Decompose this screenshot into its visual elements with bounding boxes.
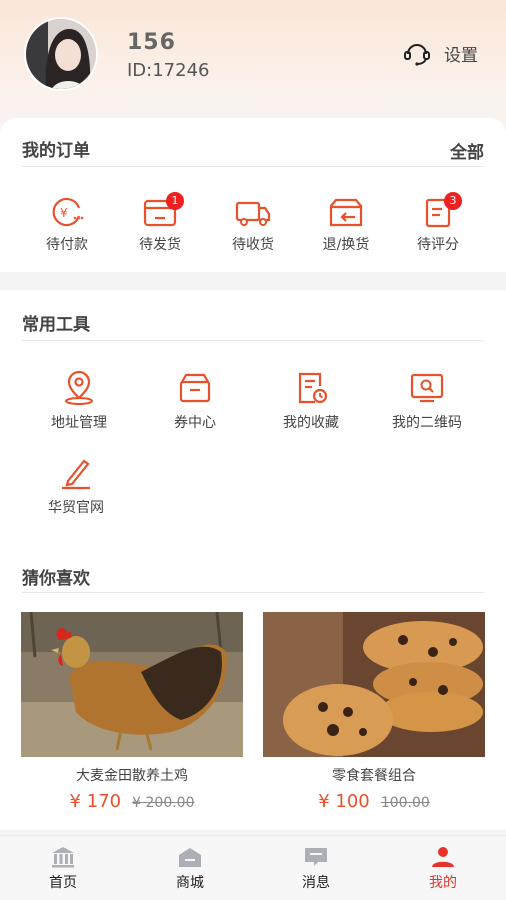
store-icon	[179, 848, 201, 867]
profile-header: 156 ID:17246 设置	[0, 0, 506, 135]
product-old-price: ¥ 200.00	[132, 795, 195, 811]
settings-button[interactable]: 设置	[402, 40, 478, 66]
tool-my-favorites[interactable]: 我的收藏	[256, 370, 366, 432]
tab-label: 消息	[302, 875, 330, 891]
orders-title: 我的订单	[22, 141, 90, 161]
favorites-doc-icon	[298, 372, 328, 404]
return-box-icon	[329, 198, 363, 227]
avatar[interactable]	[24, 17, 98, 91]
product-old-price: 100.00	[380, 795, 430, 811]
order-item-label: 待付款	[46, 237, 88, 253]
tab-mine[interactable]: 我的	[398, 836, 488, 900]
bottom-tab-bar: 首页 商城 消息 我的	[0, 835, 506, 900]
product-price: ¥ 100	[318, 791, 370, 812]
truck-icon	[235, 201, 271, 226]
tool-label: 华贸官网	[48, 500, 104, 516]
divider	[22, 166, 484, 167]
location-pin-icon	[65, 370, 93, 405]
divider	[22, 592, 484, 593]
order-pending-payment[interactable]: ¥ 待付款	[27, 196, 107, 254]
order-item-label: 待收货	[232, 237, 274, 253]
order-item-label: 待评分	[417, 237, 459, 253]
coupon-box-icon	[179, 373, 211, 403]
user-id: ID:17246	[127, 60, 210, 81]
tool-label: 我的收藏	[283, 415, 339, 431]
product-image-cookies	[263, 612, 485, 757]
order-pending-shipment[interactable]: 1 待发货	[120, 192, 200, 254]
tab-store[interactable]: 商城	[145, 836, 235, 900]
product-card[interactable]: 零食套餐组合 ¥ 100 100.00	[263, 612, 485, 812]
message-icon	[305, 848, 327, 866]
tool-official-site[interactable]: 华贸官网	[21, 455, 131, 517]
tab-label: 首页	[49, 875, 77, 891]
all-orders-link[interactable]: 全部	[450, 138, 484, 163]
tool-label: 我的二维码	[392, 415, 462, 431]
settings-label: 设置	[444, 45, 478, 66]
qr-monitor-icon	[410, 373, 444, 403]
order-return-exchange[interactable]: 退/换货	[306, 196, 386, 254]
order-item-label: 待发货	[139, 237, 181, 253]
tab-label: 商城	[176, 875, 204, 891]
tool-address-management[interactable]: 地址管理	[24, 370, 134, 432]
tab-home[interactable]: 首页	[18, 836, 108, 900]
product-name: 大麦金田散养土鸡	[76, 768, 188, 784]
user-name: 156	[127, 30, 176, 55]
product-card[interactable]: 大麦金田散养土鸡 ¥ 170 ¥ 200.00	[21, 612, 243, 812]
divider	[22, 340, 484, 341]
order-pending-review[interactable]: 3 待评分	[398, 192, 478, 254]
tool-label: 地址管理	[51, 415, 107, 431]
product-image-hen	[21, 612, 243, 757]
svg-text:¥: ¥	[60, 206, 68, 220]
orders-card: 我的订单 全部 ¥ 待付款 1 待发货 待收货 退/换货 3 待评分	[0, 118, 506, 272]
bank-icon	[52, 847, 74, 868]
badge-count: 1	[166, 192, 184, 210]
yen-coin-icon: ¥	[52, 197, 84, 227]
tool-coupon-center[interactable]: 券中心	[140, 370, 250, 432]
tab-label: 我的	[429, 875, 457, 891]
tool-label: 券中心	[174, 415, 216, 431]
tools-title: 常用工具	[22, 315, 90, 335]
product-name: 零食套餐组合	[332, 768, 416, 784]
badge-count: 3	[444, 192, 462, 210]
order-pending-receipt[interactable]: 待收货	[213, 196, 293, 254]
tools-card: 常用工具 地址管理 券中心 我的收藏 我的二维码 华贸官网 猜你喜欢 大麦金田散…	[0, 290, 506, 830]
headset-icon	[404, 44, 430, 66]
order-item-label: 退/换货	[322, 237, 370, 253]
tool-my-qrcode[interactable]: 我的二维码	[372, 370, 482, 432]
tab-messages[interactable]: 消息	[271, 836, 361, 900]
user-icon	[432, 847, 454, 867]
recommend-title: 猜你喜欢	[22, 569, 90, 589]
pen-icon	[62, 459, 90, 490]
product-price: ¥ 170	[69, 791, 122, 812]
